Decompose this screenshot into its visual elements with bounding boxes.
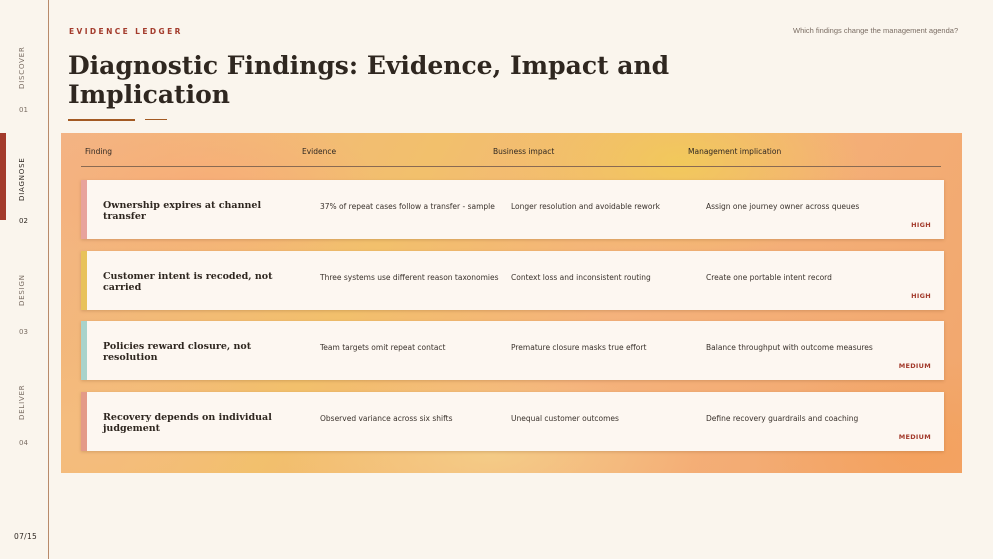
title-rule xyxy=(68,119,135,121)
implication-cell: Define recovery guardrails and coaching xyxy=(706,414,859,423)
rail-section-label: DESIGN xyxy=(18,274,26,306)
priority-badge: HIGH xyxy=(911,292,931,300)
rail-section-label: DIAGNOSE xyxy=(18,157,26,201)
implication-cell: Assign one journey owner across queues xyxy=(706,202,860,211)
impact-cell: Premature closure masks true effort xyxy=(511,343,647,352)
rail-section-number: 03 xyxy=(19,328,28,336)
finding-cell: Recovery depends on individual judgement xyxy=(103,412,272,434)
column-header-implication: Management implication xyxy=(688,147,782,156)
impact-cell: Unequal customer outcomes xyxy=(511,414,619,423)
evidence-cell: Three systems use different reason taxon… xyxy=(320,273,499,282)
implication-cell: Create one portable intent record xyxy=(706,273,832,282)
finding-cell: Customer intent is recoded, not carried xyxy=(103,271,273,293)
impact-cell: Longer resolution and avoidable rework xyxy=(511,202,660,211)
title-rule-short xyxy=(145,119,167,120)
priority-badge: MEDIUM xyxy=(898,362,931,370)
table-row[interactable]: Policies reward closure, not resolution … xyxy=(81,321,944,380)
rail-section-number: 01 xyxy=(19,106,28,114)
priority-badge: MEDIUM xyxy=(898,433,931,441)
eyebrow-label: EVIDENCE LEDGER xyxy=(69,27,183,36)
column-header-impact: Business impact xyxy=(493,147,555,156)
evidence-cell: Team targets omit repeat contact xyxy=(320,343,446,352)
implication-cell: Balance throughput with outcome measures xyxy=(706,343,873,352)
row-accent-bar xyxy=(81,392,87,451)
rail-section-label: DISCOVER xyxy=(18,46,26,89)
table-row[interactable]: Recovery depends on individual judgement… xyxy=(81,392,944,451)
table-row[interactable]: Ownership expires at channel transfer 37… xyxy=(81,180,944,239)
page-number: 07/15 xyxy=(14,532,38,541)
impact-cell: Context loss and inconsistent routing xyxy=(511,273,651,282)
section-rail: DISCOVER 01 DIAGNOSE 02 DESIGN 03 DELIVE… xyxy=(0,0,49,559)
guiding-question: Which findings change the management age… xyxy=(793,26,959,35)
active-section-indicator xyxy=(0,133,6,220)
table-row[interactable]: Customer intent is recoded, not carried … xyxy=(81,251,944,310)
findings-table: Finding Evidence Business impact Managem… xyxy=(61,133,962,473)
finding-cell: Policies reward closure, not resolution xyxy=(103,341,252,363)
rail-section-number: 04 xyxy=(19,439,28,447)
rail-section-number: 02 xyxy=(19,217,28,225)
row-accent-bar xyxy=(81,321,87,380)
page-title: Diagnostic Findings: Evidence, Impact an… xyxy=(68,51,670,109)
column-header-evidence: Evidence xyxy=(302,147,337,156)
row-accent-bar xyxy=(81,180,87,239)
rail-section-label: DELIVER xyxy=(18,384,26,420)
column-header-finding: Finding xyxy=(85,147,112,156)
header-divider xyxy=(81,166,941,167)
priority-badge: HIGH xyxy=(911,221,931,229)
evidence-cell: 37% of repeat cases follow a transfer - … xyxy=(320,202,495,211)
row-accent-bar xyxy=(81,251,87,310)
finding-cell: Ownership expires at channel transfer xyxy=(103,200,262,222)
evidence-cell: Observed variance across six shifts xyxy=(320,414,453,423)
